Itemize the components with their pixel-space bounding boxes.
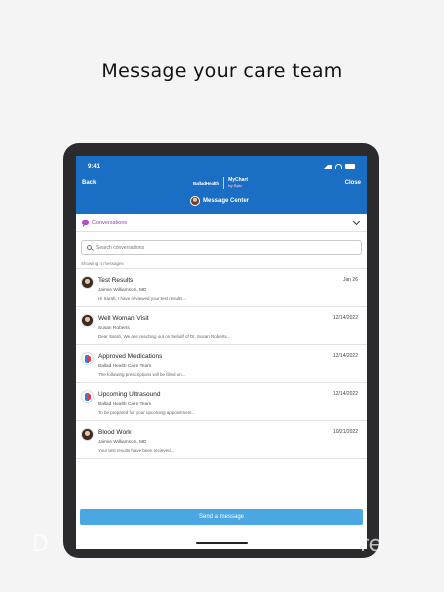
message-sender: Ballad Health Care Team (98, 402, 152, 407)
app-screen: 9:41 Back BalladHealth MyChart by Epic Cl… (76, 156, 367, 549)
ballad-health-logo: BalladHealth (193, 180, 220, 186)
message-item[interactable]: Blood Work 10/21/2022 Jaimie Williamson,… (76, 421, 367, 459)
sender-avatar (81, 276, 94, 289)
message-count: Showing 4 messages (76, 259, 367, 269)
chevron-down-icon[interactable] (352, 217, 361, 226)
message-item[interactable]: Test Results Jan 26 Jaimie Williamson, M… (76, 269, 367, 307)
search-icon (87, 245, 92, 250)
battery-icon (345, 164, 355, 169)
search-box[interactable] (81, 240, 362, 255)
message-sender: Susan Roberts (98, 326, 130, 331)
conversations-dropdown[interactable]: Conversations (76, 214, 367, 232)
page-headline: Message your care team (101, 60, 343, 82)
status-time: 9:41 (88, 164, 101, 170)
message-preview: Dear Sarah, We are reaching out on behal… (98, 334, 231, 339)
message-subject: Well Woman Visit (98, 315, 149, 322)
message-sender: Jaimie Williamson, MD (98, 288, 147, 293)
search-input[interactable] (96, 244, 336, 251)
message-date: Jan 26 (342, 277, 358, 283)
message-date: 12/14/2022 (332, 391, 358, 397)
close-button[interactable]: Close (345, 180, 361, 186)
user-avatar (190, 196, 200, 206)
mychart-logo: MyChart by Epic (228, 177, 249, 189)
background-text-right: re (360, 532, 383, 557)
message-subject: Approved Medications (98, 353, 163, 360)
send-message-button[interactable]: Send a message (80, 509, 363, 525)
wifi-icon (335, 164, 342, 169)
message-date: 12/14/2022 (332, 315, 358, 321)
message-list: Test Results Jan 26 Jaimie Williamson, M… (76, 269, 367, 459)
message-subject: Blood Work (98, 429, 132, 436)
home-indicator (196, 542, 248, 544)
page-title: Message Center (203, 198, 250, 204)
message-subject: Upcoming Ultrasound (98, 391, 161, 398)
message-sender: Jaimie Williamson, MD (98, 440, 147, 445)
care-team-icon (81, 390, 94, 403)
message-item[interactable]: Approved Medications 12/14/2022 Ballad H… (76, 345, 367, 383)
back-button[interactable]: Back (82, 180, 96, 186)
message-date: 10/21/2022 (332, 429, 358, 435)
background-text-left: D (32, 532, 49, 557)
message-preview: To be prepared for your upcoming appoint… (98, 410, 196, 415)
brand-logo: BalladHealth MyChart by Epic (193, 177, 248, 189)
message-item[interactable]: Well Woman Visit 12/14/2022 Susan Robert… (76, 307, 367, 345)
message-subject: Test Results (98, 277, 134, 284)
message-item[interactable]: Upcoming Ultrasound 12/14/2022 Ballad He… (76, 383, 367, 421)
status-icons (324, 164, 355, 169)
message-preview: Your test results have been recieved... (98, 448, 175, 453)
sender-avatar (81, 314, 94, 327)
status-bar: 9:41 (88, 164, 355, 170)
message-sender: Ballad Health Care Team (98, 364, 152, 369)
message-preview: The following prescriptions will be fill… (98, 372, 186, 377)
chat-bubble-icon (82, 220, 89, 227)
sender-avatar (81, 428, 94, 441)
conversations-label: Conversations (92, 219, 128, 226)
care-team-icon (81, 352, 94, 365)
cellular-signal-icon (324, 164, 332, 169)
message-preview: Hi Sarah, I have reviewed your test resu… (98, 296, 187, 301)
app-header: 9:41 Back BalladHealth MyChart by Epic Cl… (76, 156, 367, 214)
message-date: 12/14/2022 (332, 353, 358, 359)
brand-divider (223, 177, 225, 189)
